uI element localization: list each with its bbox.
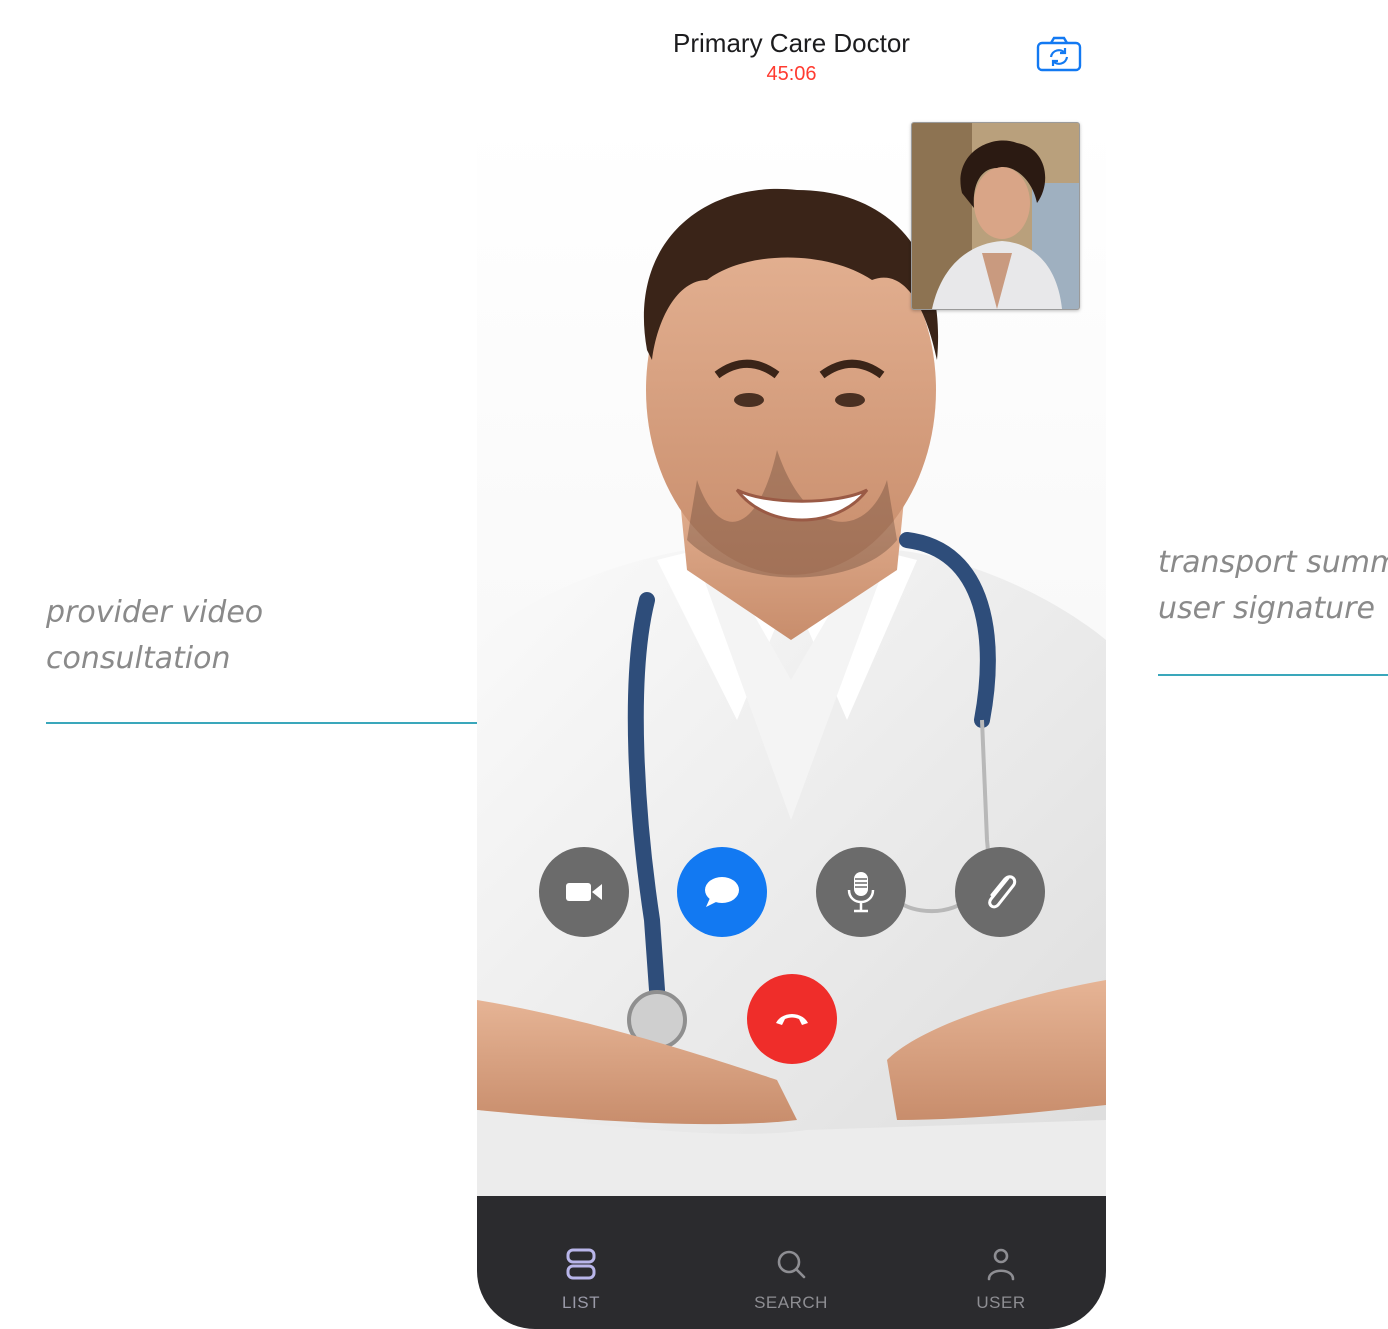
bottom-tab-bar: LIST SEARCH USER [477,1196,1106,1329]
chat-bubble-icon [705,877,739,907]
annotation-left: provider video consultation [46,590,263,682]
end-call-icon [776,1014,808,1025]
paperclip-icon [988,875,1017,909]
tab-user-label: USER [976,1293,1026,1312]
annotation-right-line1: transport summ [1158,545,1388,580]
call-timer: 45:06 [766,63,817,85]
tab-list-label: LIST [562,1293,600,1312]
tab-user[interactable]: USER [941,1196,1061,1329]
flip-camera-button[interactable] [1036,36,1082,72]
tab-search-label: SEARCH [754,1293,828,1312]
microphone-button[interactable] [816,847,906,937]
self-view-thumbnail[interactable] [911,122,1080,310]
call-header: Primary Care Doctor 45:06 [477,0,1106,100]
call-title: Primary Care Doctor [673,28,910,58]
phone-screen: Primary Care Doctor 45:06 LIST SEARCH US… [477,0,1106,1329]
annotation-right-line2: user signature [1158,591,1375,626]
microphone-icon [847,872,875,913]
attach-file-button[interactable] [955,847,1045,937]
annotation-left-line1: provider video [46,595,264,630]
tab-search[interactable]: SEARCH [731,1196,851,1329]
user-icon [987,1248,1015,1281]
annotation-left-line2: consultation [46,641,231,676]
video-toggle-button[interactable] [539,847,629,937]
list-icon [566,1248,596,1280]
video-camera-icon [566,883,602,901]
patient-video-feed [912,123,1079,309]
annotation-left-divider [46,722,478,724]
chat-button[interactable] [677,847,767,937]
tab-list[interactable]: LIST [521,1196,641,1329]
search-icon [777,1250,806,1279]
annotation-right: transport summ user signature [1158,540,1388,632]
camera-switch-icon [1036,36,1082,72]
end-call-button[interactable] [747,974,837,1064]
annotation-right-divider [1158,674,1388,676]
